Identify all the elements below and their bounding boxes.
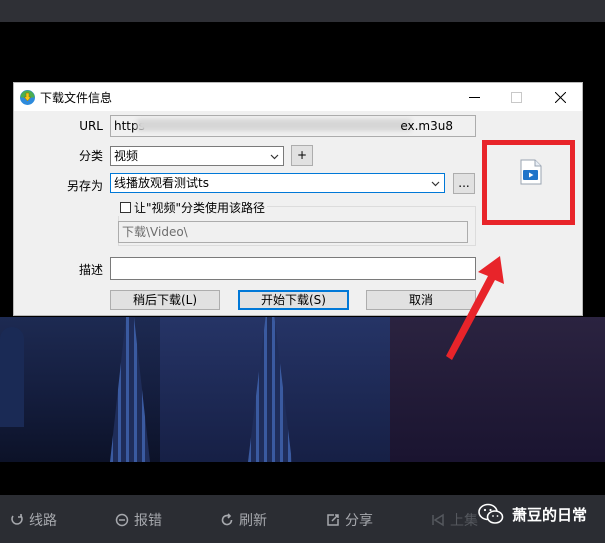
download-later-button[interactable]: 稍后下载(L) — [110, 290, 220, 310]
watermark-text: 萧豆的日常 — [512, 505, 588, 524]
use-path-option[interactable]: 让"视频"分类使用该路径 — [118, 199, 268, 216]
player-control-bar: 线路 报错 刷新 分享 上集 萧豆的日常 — [0, 495, 605, 543]
report-button[interactable]: 报错 — [115, 510, 162, 530]
save-as-field[interactable]: 线播放观看测试ts — [110, 173, 445, 193]
close-button[interactable] — [540, 83, 580, 111]
highlight-box — [482, 140, 575, 225]
browse-button[interactable]: ... — [453, 173, 475, 194]
report-icon — [115, 513, 129, 527]
share-icon — [327, 514, 339, 526]
use-path-checkbox[interactable] — [120, 202, 131, 213]
minimize-button[interactable] — [454, 83, 494, 111]
url-redacted — [137, 119, 411, 131]
close-icon — [554, 91, 566, 103]
description-label: 描述 — [78, 263, 103, 277]
idm-app-icon — [20, 90, 35, 105]
minimize-icon — [468, 96, 480, 98]
add-category-button[interactable]: + — [291, 145, 313, 166]
skip-back-icon — [432, 513, 444, 527]
route-button[interactable]: 线路 — [10, 510, 57, 530]
maximize-button — [496, 83, 536, 111]
refresh-button[interactable]: 刷新 — [220, 510, 267, 530]
dialog-title: 下载文件信息 — [40, 91, 113, 105]
save-as-label: 另存为 — [66, 179, 103, 193]
chevron-down-icon — [270, 154, 279, 160]
url-field[interactable]: https ex.m3u8 — [110, 115, 476, 137]
category-label: 分类 — [78, 149, 103, 163]
route-icon — [11, 514, 23, 525]
description-field[interactable] — [110, 257, 476, 280]
category-path-field: 下载\Video\ — [118, 221, 468, 243]
share-button[interactable]: 分享 — [326, 510, 373, 530]
start-download-button[interactable]: 开始下载(S) — [238, 290, 349, 310]
url-suffix: ex.m3u8 — [400, 119, 453, 133]
use-path-label: 让"视频"分类使用该路径 — [134, 201, 266, 215]
chevron-down-icon — [431, 181, 440, 187]
refresh-icon — [221, 513, 233, 526]
red-arrow-icon — [446, 256, 504, 360]
video-frame — [0, 317, 605, 462]
url-label: URL — [79, 119, 103, 133]
wechat-icon — [478, 503, 504, 524]
maximize-icon — [510, 91, 522, 103]
player-top-bar — [0, 0, 605, 22]
dialog-titlebar[interactable]: 下载文件信息 — [14, 83, 582, 111]
previous-episode-button[interactable]: 上集 — [431, 510, 478, 530]
category-select[interactable]: 视频 — [110, 146, 284, 166]
watermark: 萧豆的日常 — [478, 503, 587, 525]
